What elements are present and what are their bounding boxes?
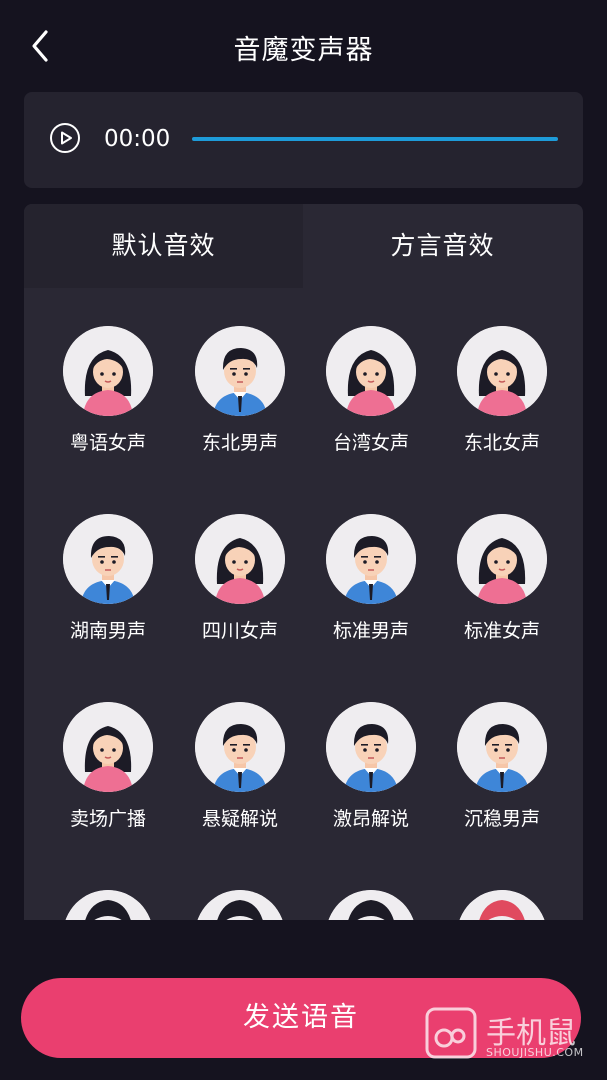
avatar-icon bbox=[326, 890, 416, 920]
tab-dialect-effects[interactable]: 方言音效 bbox=[303, 204, 582, 288]
female-avatar-icon bbox=[63, 326, 153, 416]
avatar-icon bbox=[457, 890, 547, 920]
male-avatar-icon bbox=[63, 514, 153, 604]
voice-option-label: 湖南男声 bbox=[69, 620, 146, 642]
male-avatar-icon bbox=[326, 514, 416, 604]
voice-option-label: 标准男声 bbox=[332, 620, 409, 642]
voice-option[interactable]: 湖南男声 bbox=[42, 476, 174, 664]
voice-option[interactable] bbox=[305, 852, 437, 920]
voice-option[interactable]: 粤语女声 bbox=[42, 288, 174, 476]
voice-option-label: 沉稳男声 bbox=[463, 808, 540, 830]
voice-option-label: 东北男声 bbox=[201, 432, 278, 454]
voice-option-label: 悬疑解说 bbox=[201, 808, 278, 830]
watermark-logo-icon bbox=[425, 1007, 477, 1059]
male-avatar-icon bbox=[457, 702, 547, 792]
voice-option-label: 四川女声 bbox=[201, 620, 278, 642]
voice-option[interactable] bbox=[436, 852, 568, 920]
page-title: 音魔变声器 bbox=[233, 35, 374, 66]
male-avatar-icon bbox=[195, 702, 285, 792]
female-avatar-icon bbox=[326, 326, 416, 416]
watermark: 手机鼠 SHOUJISHU.COM bbox=[424, 1006, 590, 1066]
voice-option[interactable]: 激昂解说 bbox=[305, 664, 437, 852]
voice-option[interactable]: 沉稳男声 bbox=[436, 664, 568, 852]
voice-option[interactable]: 悬疑解说 bbox=[174, 664, 306, 852]
header-bar: 音魔变声器 bbox=[0, 0, 607, 92]
voice-effects-panel: 默认音效 方言音效 粤语女声 东北男声 台湾女声 东北女声湖南男声 四川女声 标准男声 标准… bbox=[24, 204, 583, 920]
voice-option[interactable]: 卖场广播 bbox=[42, 664, 174, 852]
avatar-icon bbox=[63, 890, 153, 920]
voice-option[interactable] bbox=[42, 852, 174, 920]
voice-option-label: 标准女声 bbox=[463, 620, 540, 642]
avatar-icon bbox=[195, 890, 285, 920]
female-avatar-icon bbox=[63, 702, 153, 792]
male-avatar-icon bbox=[326, 702, 416, 792]
voice-option[interactable]: 东北男声 bbox=[174, 288, 306, 476]
voice-option-label: 卖场广播 bbox=[69, 808, 146, 830]
voice-option[interactable]: 台湾女声 bbox=[305, 288, 437, 476]
voice-option[interactable]: 四川女声 bbox=[174, 476, 306, 664]
play-button[interactable] bbox=[49, 122, 81, 154]
watermark-subtext: SHOUJISHU.COM bbox=[486, 1046, 584, 1059]
female-avatar-icon bbox=[457, 326, 547, 416]
playback-time: 00:00 bbox=[104, 126, 171, 152]
male-avatar-icon bbox=[195, 326, 285, 416]
voice-option-label: 台湾女声 bbox=[332, 432, 409, 454]
progress-fill bbox=[192, 137, 558, 141]
effect-tabs: 默认音效 方言音效 bbox=[24, 204, 583, 288]
voice-option[interactable]: 东北女声 bbox=[436, 288, 568, 476]
play-circle-icon bbox=[50, 123, 80, 153]
tab-default-effects[interactable]: 默认音效 bbox=[24, 204, 303, 288]
progress-bar[interactable] bbox=[192, 137, 558, 141]
voice-option-label: 粤语女声 bbox=[69, 432, 146, 454]
voice-option-label: 东北女声 bbox=[463, 432, 540, 454]
voice-option[interactable]: 标准女声 bbox=[436, 476, 568, 664]
female-avatar-icon bbox=[457, 514, 547, 604]
voice-grid: 粤语女声 东北男声 台湾女声 东北女声湖南男声 四川女声 标准男声 标准女声卖场广播 悬疑解说… bbox=[24, 288, 583, 920]
voice-option-label: 激昂解说 bbox=[332, 808, 409, 830]
audio-player: 00:00 bbox=[24, 92, 583, 188]
female-avatar-icon bbox=[195, 514, 285, 604]
voice-option[interactable]: 标准男声 bbox=[305, 476, 437, 664]
voice-option[interactable] bbox=[174, 852, 306, 920]
